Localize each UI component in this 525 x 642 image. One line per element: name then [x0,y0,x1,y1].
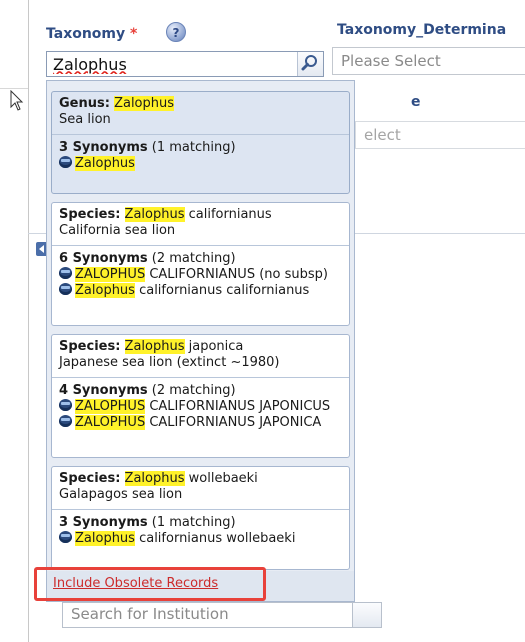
result-name-highlight: Zalophus [124,339,185,354]
result-common-name: Galapagos sea lion [59,487,183,502]
result-kind: Species: [59,339,121,354]
result-card-californianus[interactable]: Species: Zalophus californianus Californ… [51,202,350,326]
synonym-icon [59,283,72,295]
synonym-rest: CALIFORNIANUS (no subsp) [145,267,328,282]
taxonomy-determination-label: Taxonomy_Determina [337,22,507,38]
synonym-item[interactable]: ZALOPHUS CALIFORNIANUS JAPONICUS [59,399,342,415]
taxonomy-determination-select[interactable]: Please Select [332,47,525,75]
institution-search-button[interactable] [352,602,382,628]
synonyms-matching: (1 matching) [151,515,236,530]
result-kind: Species: [59,207,121,222]
annotation-highlight-box [34,567,266,601]
synonyms-count: 3 Synonyms [59,140,148,155]
synonym-icon [59,531,72,543]
institution-search-input[interactable]: Search for Institution [62,602,382,628]
mouse-cursor-icon [10,90,24,111]
result-name-highlight: Zalophus [124,471,185,486]
synonym-item[interactable]: ZALOPHUS CALIFORNIANUS JAPONICA [59,415,342,431]
synonym-rest: CALIFORNIANUS JAPONICUS [145,399,331,414]
synonym-highlight: ZALOPHUS [75,399,146,414]
taxonomy-search-box [46,51,324,77]
card-separator [52,134,349,135]
result-common-name: California sea lion [59,223,176,238]
synonyms-count: 6 Synonyms [59,251,148,266]
result-common-name: Sea lion [59,112,111,127]
institution-placeholder: Search for Institution [71,605,229,623]
card-separator [52,377,349,378]
magnifier-icon [301,55,317,71]
synonym-icon [59,399,72,411]
top-left-border [0,88,28,89]
synonyms-count: 3 Synonyms [59,515,148,530]
result-card-japonica[interactable]: Species: Zalophus japonica Japanese sea … [51,334,350,458]
result-kind: Species: [59,471,121,486]
synonym-rest: californianus californianus [134,283,310,298]
synonym-highlight: Zalophus [75,531,135,546]
synonyms-count: 4 Synonyms [59,383,148,398]
taxonomy-label: Taxonomy * [46,26,137,42]
hidden-field-select[interactable]: elect [355,121,525,149]
result-name-rest: japonica [184,339,244,354]
synonym-highlight: ZALOPHUS [75,267,146,282]
synonym-rest: CALIFORNIANUS JAPONICA [145,415,322,430]
left-panel-border [28,0,29,642]
synonym-icon [59,267,72,279]
taxonomy-results-dropdown: Genus: Zalophus Sea lion 3 Synonyms (1 m… [46,80,355,602]
card-separator [52,245,349,246]
synonyms-matching: (2 matching) [151,251,236,266]
result-kind: Genus: [59,96,110,111]
result-name-rest: californianus [184,207,272,222]
synonym-item[interactable]: Zalophus californianus californianus [59,283,342,299]
synonym-icon [59,415,72,427]
taxonomy-label-text: Taxonomy [46,26,126,42]
synonyms-matching: (2 matching) [151,383,236,398]
result-name-highlight: Zalophus [124,207,185,222]
synonym-rest: californianus wollebaeki [134,531,296,546]
synonym-icon [59,156,72,168]
taxonomy-search-button[interactable] [297,52,323,76]
synonym-highlight: ZALOPHUS [75,415,146,430]
synonym-item[interactable]: Zalophus californianus wollebaeki [59,531,342,547]
result-card-wollebaeki[interactable]: Species: Zalophus wollebaeki Galapagos s… [51,466,350,570]
result-name-highlight: Zalophus [114,96,175,111]
required-asterisk: * [130,26,138,42]
result-common-name: Japanese sea lion (extinct ~1980) [59,355,280,370]
synonym-item[interactable]: ZALOPHUS CALIFORNIANUS (no subsp) [59,267,342,283]
card-separator [52,509,349,510]
question-mark-icon[interactable]: ? [166,22,186,42]
synonyms-matching: (1 matching) [151,140,236,155]
synonym-highlight: Zalophus [75,156,135,171]
synonym-highlight: Zalophus [75,283,135,298]
result-card-genus[interactable]: Genus: Zalophus Sea lion 3 Synonyms (1 m… [51,91,350,194]
result-name-rest: wollebaeki [184,471,258,486]
hidden-field-label: e [411,94,421,110]
synonym-item[interactable]: Zalophus [59,156,342,172]
taxonomy-search-input[interactable] [47,52,297,76]
